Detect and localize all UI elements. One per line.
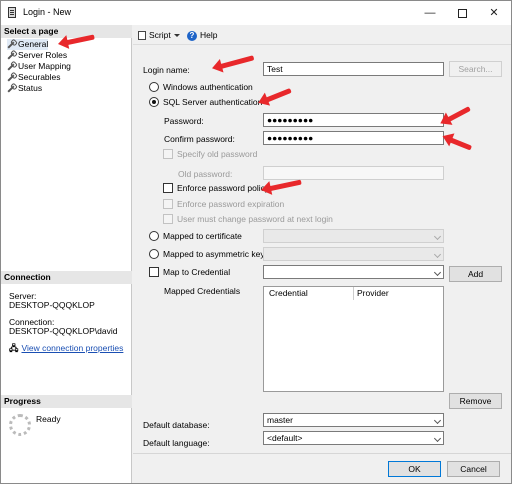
search-button[interactable]: Search... [449,61,502,77]
maximize-icon [457,8,467,18]
chevron-down-icon [433,416,442,425]
windows-auth-label: Windows authentication [163,82,253,92]
enforce-password-policy-label: Enforce password policy [177,183,270,193]
asymmetric-key-select[interactable] [263,247,444,261]
title-bar: Login - New — ✕ [1,1,511,25]
progress-spinner-icon [9,414,31,436]
grid-column-separator [353,287,354,300]
connection-properties-icon: 🖧 [9,343,19,353]
close-button[interactable]: ✕ [479,1,509,25]
annotation-arrow-icon [443,106,471,124]
mapped-credentials-label: Mapped Credentials [164,286,241,296]
login-new-window: Login - New — ✕ Select a page General Se… [0,0,512,484]
add-credential-button[interactable]: Add [449,266,502,282]
server-value: DESKTOP-QQQKLOP [9,300,95,310]
specify-old-password-checkbox[interactable] [163,149,173,159]
sql-auth-radio[interactable] [149,97,159,107]
progress-status: Ready [36,414,61,424]
login-name-input[interactable]: Test [263,62,444,76]
progress-header: Progress [1,395,132,408]
chevron-down-icon [433,268,442,277]
nav-item-status[interactable]: Status [7,83,42,94]
sql-auth-label: SQL Server authentication [163,97,263,107]
script-icon [138,31,146,41]
mapped-certificate-label: Mapped to certificate [163,231,242,241]
wrench-icon [7,52,15,60]
window-title: Login - New [23,7,72,17]
app-icon [8,7,16,18]
nav-item-securables[interactable]: Securables [7,72,61,83]
script-button[interactable]: Script [138,30,180,41]
left-pane: Select a page General Server Roles User … [1,25,132,483]
help-icon: ? [187,30,197,41]
wrench-icon [7,41,15,49]
connection-value: DESKTOP-QQQKLOP\david [9,326,118,336]
must-change-password-label: User must change password at next login [177,214,333,224]
grid-header-provider: Provider [357,288,389,298]
connection-header: Connection [1,271,132,284]
old-password-input[interactable] [263,166,444,180]
default-database-label: Default database: [143,420,210,430]
grid-header-credential: Credential [269,288,308,298]
mapped-asymmetric-key-label: Mapped to asymmetric key [163,249,265,259]
cancel-button[interactable]: Cancel [447,461,500,477]
chevron-down-icon [433,434,442,443]
map-to-credential-checkbox[interactable] [149,267,159,277]
mapped-asymmetric-key-radio[interactable] [149,249,159,259]
old-password-label: Old password: [178,169,233,179]
confirm-password-input[interactable]: ●●●●●●●●● [263,131,444,145]
help-button[interactable]: ? Help [187,30,217,41]
password-label: Password: [164,116,204,126]
annotation-arrow-icon [446,136,473,151]
nav-item-server-roles[interactable]: Server Roles [7,50,67,61]
remove-credential-button[interactable]: Remove [449,393,502,409]
windows-auth-radio[interactable] [149,82,159,92]
default-language-label: Default language: [143,438,210,448]
enforce-password-policy-checkbox[interactable] [163,183,173,193]
confirm-password-label: Confirm password: [164,134,235,144]
chevron-down-icon [433,232,442,241]
credential-select[interactable] [263,265,444,279]
enforce-password-expiration-checkbox[interactable] [163,199,173,209]
nav-item-general[interactable]: General [7,39,49,50]
chevron-down-icon [433,250,442,259]
wrench-icon [7,85,15,93]
wrench-icon [7,74,15,82]
map-to-credential-label: Map to Credential [163,267,231,277]
enforce-password-expiration-label: Enforce password expiration [177,199,285,209]
default-language-select[interactable]: <default> [263,431,444,445]
wrench-icon [7,63,15,71]
annotation-arrow-icon [262,87,292,104]
ok-button[interactable]: OK [388,461,441,477]
login-name-label: Login name: [143,65,190,75]
maximize-button[interactable] [447,1,477,25]
certificate-select[interactable] [263,229,444,243]
toolbar: Script ? Help [133,25,511,45]
must-change-password-checkbox[interactable] [163,214,173,224]
annotation-arrow-icon [216,55,255,70]
mapped-credentials-grid[interactable]: Credential Provider [263,286,444,392]
specify-old-password-label: Specify old password [177,149,258,159]
view-connection-properties-row: 🖧 View connection properties [9,343,123,353]
password-input[interactable]: ●●●●●●●●● [263,113,444,127]
default-database-select[interactable]: master [263,413,444,427]
view-connection-properties-link[interactable]: View connection properties [21,343,123,353]
chevron-down-icon [173,34,180,38]
minimize-button[interactable]: — [415,1,445,25]
nav-item-user-mapping[interactable]: User Mapping [7,61,71,72]
annotation-arrow-icon [265,179,302,192]
mapped-certificate-radio[interactable] [149,231,159,241]
